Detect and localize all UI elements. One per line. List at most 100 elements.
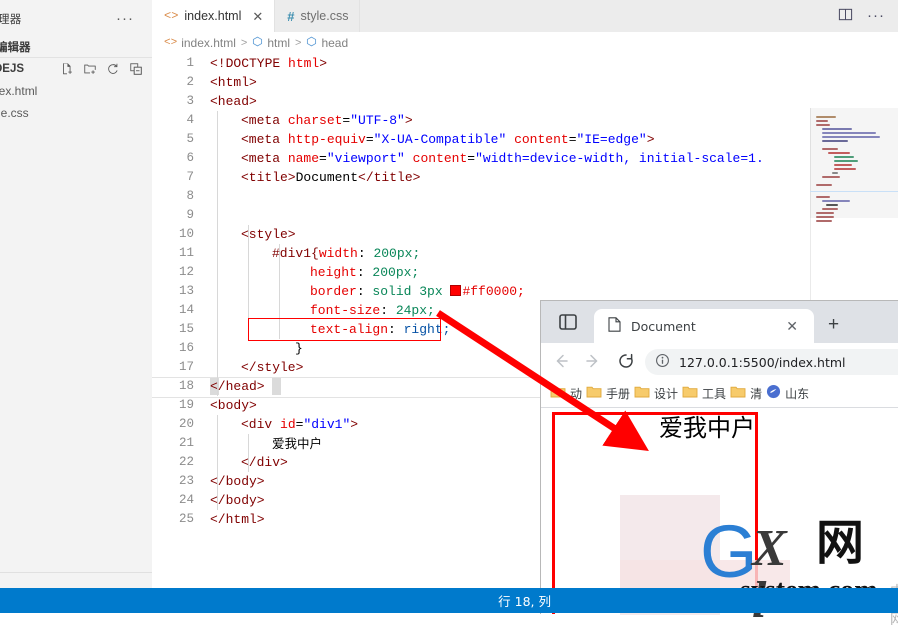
css-file-icon: # — [287, 8, 295, 24]
code-line-22: </div> — [241, 453, 288, 472]
code-line-15: } — [295, 339, 303, 358]
sidebar-file-label: dex.html — [0, 84, 38, 98]
bookmark-item[interactable]: 手册 — [586, 385, 630, 402]
tab-label: index.html — [184, 9, 242, 23]
code-line-5: <meta http-equiv="X-UA-Compatible" conte… — [241, 132, 655, 147]
breadcrumb-node-html[interactable]: html — [252, 36, 290, 50]
line-number: 7 — [186, 170, 194, 184]
line-number: 15 — [178, 322, 194, 336]
line-number: 23 — [178, 474, 194, 488]
bookmark-item[interactable]: 设计 — [634, 385, 678, 402]
code-token: "IE=edge" — [576, 132, 647, 147]
new-tab-icon[interactable]: + — [828, 315, 839, 334]
sidebar-more-icon[interactable]: ··· — [116, 11, 152, 26]
code-token: height — [310, 265, 357, 280]
symbol-tag-icon — [252, 36, 263, 50]
bookmark-label: 清 — [750, 386, 763, 401]
code-token: <body> — [210, 398, 257, 413]
code-token: content — [412, 151, 468, 166]
folder-icon — [682, 385, 698, 402]
back-icon[interactable] — [552, 352, 570, 373]
tab-style-css[interactable]: # style.css — [275, 0, 361, 32]
code-token: > — [319, 56, 328, 71]
code-token: border — [310, 284, 357, 299]
tab-index-html[interactable]: <> index.html ✕ — [152, 0, 276, 32]
reload-icon[interactable] — [617, 352, 635, 373]
code-token: charset — [287, 113, 343, 128]
line-number: 19 — [178, 398, 194, 412]
browser-tab[interactable]: Document ✕ — [594, 309, 814, 343]
bookmark-item[interactable]: 山东 — [766, 384, 809, 402]
code-line-19: <body> — [210, 396, 257, 415]
code-token: html — [288, 56, 320, 71]
bookmark-label: 山东 — [785, 386, 810, 401]
tab-search-icon[interactable] — [558, 313, 578, 331]
code-token: "width=device-width, initial-scale=1. — [475, 151, 764, 166]
code-token: Document — [295, 170, 359, 185]
line-number: 12 — [178, 265, 194, 279]
collapse-all-icon[interactable] — [129, 62, 143, 76]
rendered-div1: 爱我中户 — [552, 412, 758, 614]
code-token: font-size — [310, 303, 381, 318]
address-bar[interactable]: 127.0.0.1:5500/index.html — [645, 349, 898, 375]
line-number: 25 — [178, 512, 194, 526]
tab-close-icon[interactable]: ✕ — [252, 10, 263, 23]
sidebar-section-label: 编辑器 — [0, 42, 31, 54]
code-token: 200px; — [372, 265, 420, 280]
browser-page-content: 爱我中户 — [541, 408, 898, 614]
code-token: } — [295, 341, 303, 356]
line-number: 6 — [186, 151, 194, 165]
sidebar-file-index-html[interactable]: dex.html — [0, 80, 152, 102]
annotation-rect-text-align — [248, 318, 441, 341]
line-number: 20 — [178, 417, 194, 431]
bookmark-item[interactable]: 清 — [730, 385, 762, 402]
code-line-9: <style> — [241, 225, 296, 244]
code-line-12: border: solid 3px #ff0000; — [310, 284, 525, 299]
code-line-20: <div id="div1"> — [241, 417, 359, 432]
code-token: <html> — [210, 75, 257, 90]
code-line-2: <html> — [210, 73, 257, 92]
color-swatch-icon[interactable] — [450, 285, 462, 296]
cursor-position-status[interactable]: 行 18, 列 — [498, 591, 898, 610]
sidebar-actions — [60, 62, 152, 76]
code-token: "X-UA-Compatible" — [373, 132, 507, 147]
code-token: </html> — [210, 512, 265, 527]
line-number: 3 — [186, 94, 194, 108]
code-line-1: <!DOCTYPE html> — [210, 54, 327, 73]
code-token: <title> — [241, 170, 296, 185]
more-actions-icon[interactable]: ··· — [867, 8, 885, 23]
breadcrumb-file[interactable]: <> index.html — [164, 36, 236, 50]
code-token: <meta — [241, 132, 288, 147]
sidebar-file-style-css[interactable]: yle.css — [0, 102, 152, 124]
status-bar: 行 18, 列 — [0, 588, 898, 613]
code-token: 24px; — [395, 303, 435, 318]
code-token: </title> — [358, 170, 421, 185]
line-number: 13 — [178, 284, 194, 298]
sidebar-file-label: yle.css — [0, 106, 29, 120]
refresh-icon[interactable] — [106, 62, 120, 76]
line-number: 14 — [178, 303, 194, 317]
new-folder-icon[interactable] — [83, 62, 97, 76]
code-token: <head> — [210, 94, 257, 109]
split-editor-icon[interactable] — [838, 7, 853, 25]
breadcrumb-node-head[interactable]: head — [306, 36, 348, 50]
sidebar-bottom-divider — [0, 572, 152, 573]
sidebar-folder-row[interactable]: DEJS — [0, 58, 152, 80]
line-number: 16 — [178, 341, 194, 355]
new-file-icon[interactable] — [60, 62, 74, 76]
bookmark-item[interactable]: 工具 — [682, 385, 726, 402]
browser-tab-close-icon[interactable]: ✕ — [786, 319, 798, 333]
bookmark-item[interactable]: 动 — [550, 385, 582, 402]
sidebar-section-open-editors[interactable]: 编辑器 — [0, 36, 152, 58]
code-token: > — [646, 132, 655, 147]
html-file-icon: <> — [164, 9, 179, 23]
browser-tab-title: Document — [631, 318, 696, 334]
forward-icon[interactable] — [584, 352, 602, 373]
breadcrumb-node-label: head — [321, 36, 349, 50]
app-root: 理器 ··· 编辑器 DEJS — [0, 0, 898, 627]
folder-icon — [634, 385, 650, 402]
code-token: "viewport" — [326, 151, 405, 166]
info-icon[interactable] — [655, 353, 670, 371]
bookmark-label: 手册 — [606, 386, 631, 401]
breadcrumb: <> index.html > html > head — [152, 32, 898, 54]
